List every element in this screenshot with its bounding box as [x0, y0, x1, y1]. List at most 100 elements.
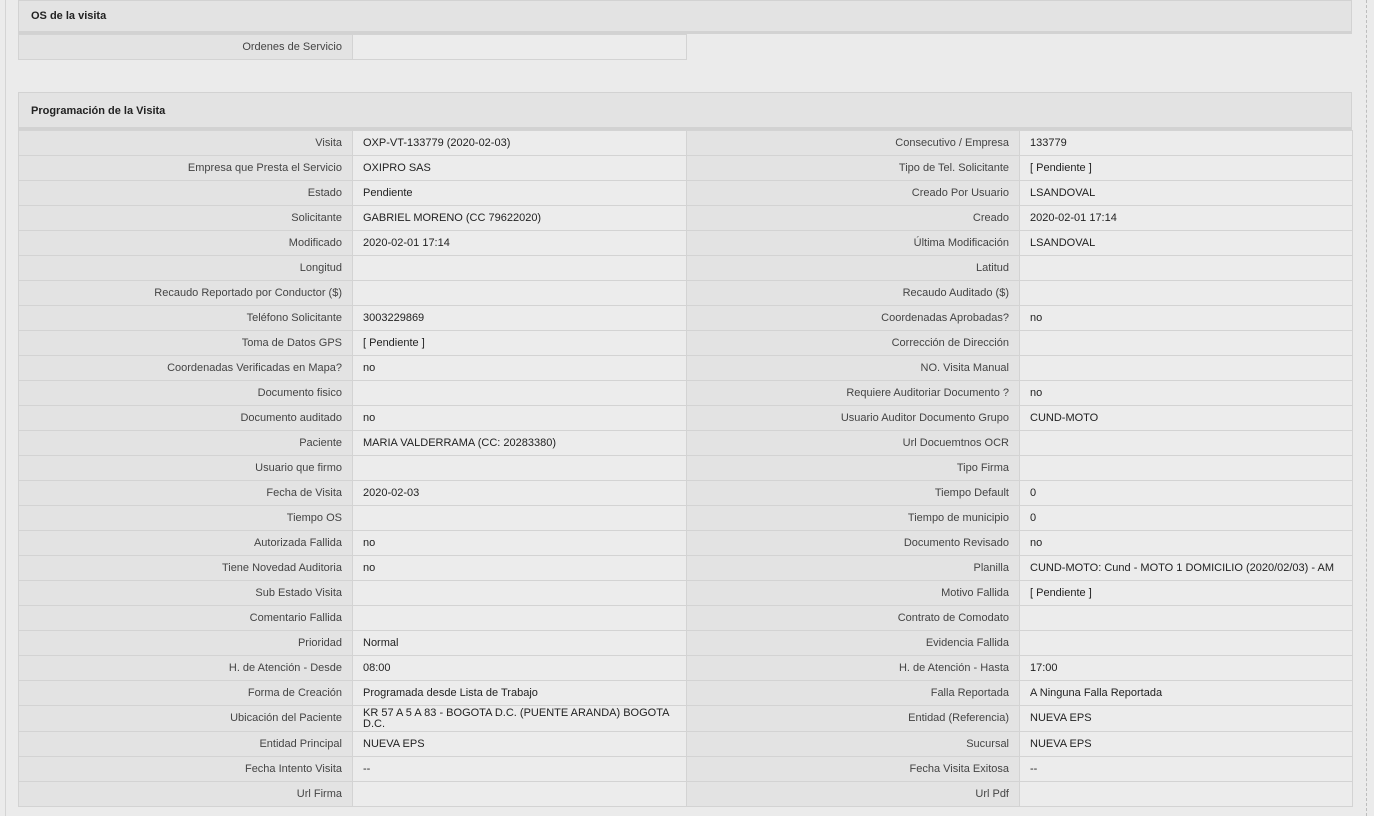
- field-value-url-docuemtnos-ocr: [1019, 430, 1353, 456]
- table-row: Solicitante GABRIEL MORENO (CC 79622020) C…: [18, 205, 1353, 231]
- field-label-url-firma: Url Firma: [18, 781, 353, 807]
- os-panel-title: OS de la visita: [18, 0, 1352, 34]
- field-value-h-de-atencion-hasta: 17:00: [1019, 655, 1353, 681]
- field-value-coordenadas-verificadas-en-mapa: no: [352, 355, 687, 381]
- field-label-fecha-intento-visita: Fecha Intento Visita: [18, 756, 353, 782]
- left-border-line: [5, 0, 6, 816]
- table-row: H. de Atención - Desde 08:00 H. de Atenció…: [18, 655, 1353, 681]
- field-value-usuario-que-firmo: [352, 455, 687, 481]
- field-value-toma-de-datos-gps: [ Pendiente ]: [352, 330, 687, 356]
- field-label-latitud: Latitud: [686, 255, 1020, 281]
- field-label-documento-auditado: Documento auditado: [18, 405, 353, 431]
- field-value-consecutivo-empresa: 133779: [1019, 130, 1353, 156]
- table-row: Documento auditado no Usuario Auditor Doc…: [18, 405, 1353, 431]
- field-value-estado: Pendiente: [352, 180, 687, 206]
- field-label-evidencia-fallida: Evidencia Fallida: [686, 630, 1020, 656]
- field-label-ubicacion-del-paciente: Ubicación del Paciente: [18, 705, 353, 732]
- table-row: Paciente MARIA VALDERRAMA (CC: 20283380) U…: [18, 430, 1353, 456]
- field-label-tiempo-de-municipio: Tiempo de municipio: [686, 505, 1020, 531]
- field-label-motivo-fallida: Motivo Fallida: [686, 580, 1020, 606]
- field-value-prioridad: Normal: [352, 630, 687, 656]
- field-label-entidad-principal: Entidad Principal: [18, 731, 353, 757]
- field-label-solicitante: Solicitante: [18, 205, 353, 231]
- table-row: Documento fisico Requiere Auditoriar Docu…: [18, 380, 1353, 406]
- field-label-visita: Visita: [18, 130, 353, 156]
- field-value-documento-auditado: no: [352, 405, 687, 431]
- field-label-url-pdf: Url Pdf: [686, 781, 1020, 807]
- field-label-ordenes-de-servicio: Ordenes de Servicio: [18, 34, 353, 60]
- field-label-falla-reportada: Falla Reportada: [686, 680, 1020, 706]
- field-value-visita: OXP-VT-133779 (2020-02-03): [352, 130, 687, 156]
- field-value-ordenes-de-servicio: [352, 34, 687, 60]
- field-value-tiempo-de-municipio: 0: [1019, 505, 1353, 531]
- field-label-entidad-referencia: Entidad (Referencia): [686, 705, 1020, 732]
- field-label-documento-fisico: Documento fisico: [18, 380, 353, 406]
- field-value-entidad-referencia: NUEVA EPS: [1019, 705, 1353, 732]
- field-label-forma-de-creacion: Forma de Creación: [18, 680, 353, 706]
- field-label-autorizada-fallida: Autorizada Fallida: [18, 530, 353, 556]
- field-value-tiempo-default: 0: [1019, 480, 1353, 506]
- field-value-longitud: [352, 255, 687, 281]
- field-label-consecutivo-empresa: Consecutivo / Empresa: [686, 130, 1020, 156]
- field-value-comentario-fallida: [352, 605, 687, 631]
- field-value-fecha-visita-exitosa: --: [1019, 756, 1353, 782]
- table-row: Estado Pendiente Creado Por Usuario LSANDOV…: [18, 180, 1353, 206]
- field-label-fecha-de-visita: Fecha de Visita: [18, 480, 353, 506]
- field-value-coordenadas-aprobadas: no: [1019, 305, 1353, 331]
- field-label-documento-revisado: Documento Revisado: [686, 530, 1020, 556]
- field-value-telefono-solicitante: 3003229869: [352, 305, 687, 331]
- field-value-solicitante: GABRIEL MORENO (CC 79622020): [352, 205, 687, 231]
- table-row: Ubicación del Paciente KR 57 A 5 A 83 - B…: [18, 705, 1353, 732]
- field-value-planilla: CUND-MOTO: Cund - MOTO 1 DOMICILIO (2020…: [1019, 555, 1353, 581]
- field-label-tiempo-default: Tiempo Default: [686, 480, 1020, 506]
- field-label-sub-estado-visita: Sub Estado Visita: [18, 580, 353, 606]
- field-value-contrato-de-comodato: [1019, 605, 1353, 631]
- table-row: Longitud Latitud: [18, 255, 1353, 281]
- table-row: Toma de Datos GPS[ Pendiente ] Corrección…: [18, 330, 1353, 356]
- field-value-modificado: 2020-02-01 17:14: [352, 230, 687, 256]
- programacion-panel: Programación de la Visita Visita OXP-VT-1…: [18, 92, 1353, 807]
- field-value-requiere-auditoriar-documento: no: [1019, 380, 1353, 406]
- field-value-tipo-firma: [1019, 455, 1353, 481]
- field-value-autorizada-fallida: no: [352, 530, 687, 556]
- field-label-sucursal: Sucursal: [686, 731, 1020, 757]
- field-label-planilla: Planilla: [686, 555, 1020, 581]
- field-label-toma-de-datos-gps: Toma de Datos GPS: [18, 330, 353, 356]
- field-value-creado: 2020-02-01 17:14: [1019, 205, 1353, 231]
- table-row: Usuario que firmo Tipo Firma: [18, 455, 1353, 481]
- field-label-paciente: Paciente: [18, 430, 353, 456]
- field-value-documento-fisico: [352, 380, 687, 406]
- table-row: Autorizada Fallida no Documento Revisado …: [18, 530, 1353, 556]
- table-row: Teléfono Solicitante 3003229869 Coordenada…: [18, 305, 1353, 331]
- programacion-table: Visita OXP-VT-133779 (2020-02-03) Consecut…: [18, 130, 1353, 807]
- table-row: Tiempo OS Tiempo de municipio 0: [18, 505, 1353, 531]
- field-label-requiere-auditoriar-documento: Requiere Auditoriar Documento ?: [686, 380, 1020, 406]
- field-label-fecha-visita-exitosa: Fecha Visita Exitosa: [686, 756, 1020, 782]
- field-value-no-visita-manual: [1019, 355, 1353, 381]
- field-value-correccion-de-direccion: [1019, 330, 1353, 356]
- field-value-fecha-de-visita: 2020-02-03: [352, 480, 687, 506]
- field-label-url-docuemtnos-ocr: Url Docuemtnos OCR: [686, 430, 1020, 456]
- field-value-tipo-de-tel-solicitante: [ Pendiente ]: [1019, 155, 1353, 181]
- field-value-paciente: MARIA VALDERRAMA (CC: 20283380): [352, 430, 687, 456]
- field-label-tiempo-os: Tiempo OS: [18, 505, 353, 531]
- table-row: Url Firma Url Pdf: [18, 781, 1353, 807]
- field-value-tiene-novedad-auditoria: no: [352, 555, 687, 581]
- table-row: Comentario Fallida Contrato de Comodato: [18, 605, 1353, 631]
- field-value-ultima-modificacion: LSANDOVAL: [1019, 230, 1353, 256]
- field-label-longitud: Longitud: [18, 255, 353, 281]
- table-row: Tiene Novedad Auditoria no Planilla CUND-M…: [18, 555, 1353, 581]
- field-value-creado-por-usuario: LSANDOVAL: [1019, 180, 1353, 206]
- field-label-estado: Estado: [18, 180, 353, 206]
- table-row: Fecha de Visita 2020-02-03 Tiempo Default…: [18, 480, 1353, 506]
- field-value-falla-reportada: A Ninguna Falla Reportada: [1019, 680, 1353, 706]
- field-value-motivo-fallida: [ Pendiente ]: [1019, 580, 1353, 606]
- field-value-latitud: [1019, 255, 1353, 281]
- field-label-creado: Creado: [686, 205, 1020, 231]
- field-label-modificado: Modificado: [18, 230, 353, 256]
- table-row: Sub Estado Visita Motivo Fallida[ Pendien…: [18, 580, 1353, 606]
- field-label-usuario-auditor-documento-grupo: Usuario Auditor Documento Grupo: [686, 405, 1020, 431]
- field-label-coordenadas-aprobadas: Coordenadas Aprobadas?: [686, 305, 1020, 331]
- table-row: Recaudo Reportado por Conductor ($) Recau…: [18, 280, 1353, 306]
- field-label-correccion-de-direccion: Corrección de Dirección: [686, 330, 1020, 356]
